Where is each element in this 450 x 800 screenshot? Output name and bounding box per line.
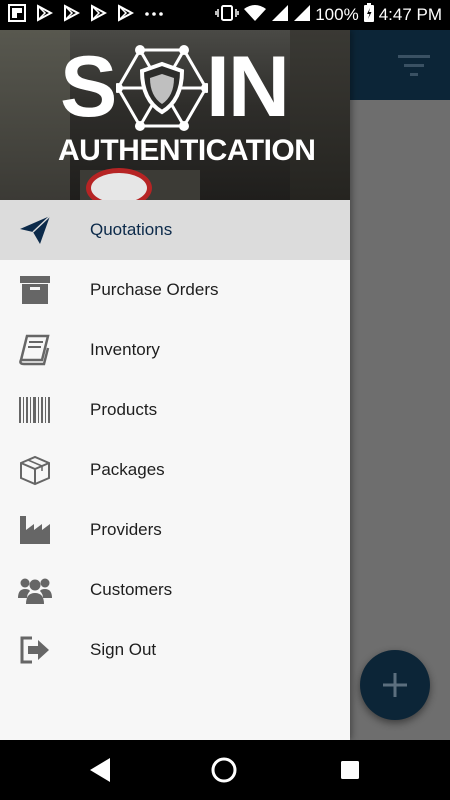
package-icon (18, 454, 52, 486)
system-nav-bar (0, 740, 450, 800)
status-bar: 100% 4:47 PM (0, 0, 450, 30)
battery-icon (363, 2, 375, 28)
navigation-drawer: S IN AUTHENTICATION Quotations Purchase … (0, 30, 350, 740)
signal-icon (293, 4, 311, 27)
signal-icon (271, 4, 289, 27)
menu-item-packages[interactable]: Packages (0, 440, 350, 500)
menu-item-purchase-orders[interactable]: Purchase Orders (0, 260, 350, 320)
menu-item-label: Products (90, 400, 158, 419)
drawer-header: S IN AUTHENTICATION (0, 30, 350, 200)
menu-item-label: Providers (90, 520, 162, 539)
notification-icons (8, 3, 165, 27)
drawer-menu: Quotations Purchase Orders Inventory Pro… (0, 200, 350, 680)
menu-item-providers[interactable]: Providers (0, 500, 350, 560)
menu-item-label: Purchase Orders (90, 280, 219, 299)
menu-item-inventory[interactable]: Inventory (0, 320, 350, 380)
brand-logo: S IN AUTHENTICATION (58, 42, 316, 190)
menu-item-label: Quotations (90, 220, 173, 239)
menu-item-label: Customers (90, 580, 173, 599)
filter-icon[interactable] (396, 50, 432, 80)
more-dots-icon (143, 4, 165, 27)
logo-title-right: IN (206, 39, 290, 135)
menu-item-customers[interactable]: Customers (0, 560, 350, 620)
menu-item-quotations[interactable]: Quotations (0, 200, 350, 260)
vibrate-icon (215, 4, 239, 27)
system-icons: 100% 4:47 PM (215, 2, 442, 28)
network-shield-icon (113, 44, 211, 132)
paper-plane-icon (18, 214, 52, 246)
users-icon (18, 574, 52, 606)
wifi-icon (243, 4, 267, 27)
archive-box-icon (18, 274, 52, 306)
header-photo-building (290, 30, 350, 200)
sign-out-icon (18, 634, 52, 666)
clock: 4:47 PM (378, 5, 442, 24)
play-store-icon (35, 3, 54, 27)
recents-icon[interactable] (334, 754, 366, 786)
menu-item-products[interactable]: Products (0, 380, 350, 440)
play-store-icon (116, 3, 135, 27)
add-fab-button[interactable] (360, 650, 430, 720)
back-icon[interactable] (84, 754, 116, 786)
logo-subtitle: AUTHENTICATION (58, 134, 316, 167)
barcode-icon (18, 394, 52, 426)
battery-percent: 100% (315, 5, 359, 24)
menu-item-label: Sign Out (90, 640, 157, 659)
menu-item-label: Packages (90, 460, 165, 479)
logo-wordmark: S IN (58, 42, 294, 132)
logo-title-left: S (60, 39, 117, 135)
plus-icon (383, 673, 407, 697)
book-icon (18, 334, 52, 366)
flipboard-icon (8, 3, 26, 27)
play-store-icon (62, 3, 81, 27)
play-store-icon (89, 3, 108, 27)
factory-icon (18, 514, 52, 546)
menu-item-label: Inventory (90, 340, 160, 359)
home-icon[interactable] (208, 754, 240, 786)
menu-item-sign-out[interactable]: Sign Out (0, 620, 350, 680)
